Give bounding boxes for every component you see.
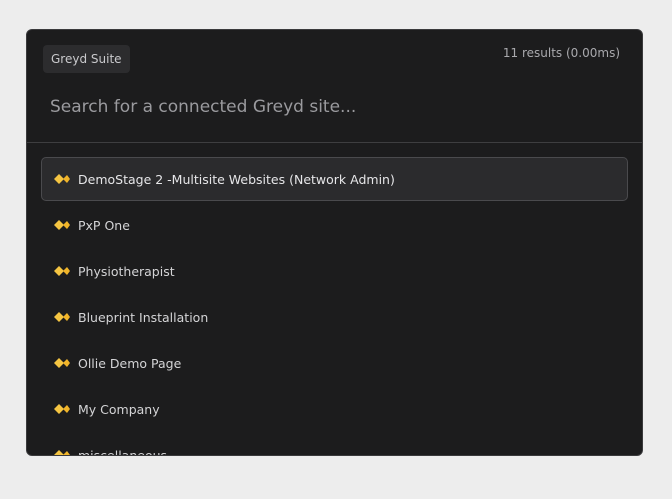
site-item-label: My Company: [78, 401, 160, 417]
site-item-label: Blueprint Installation: [78, 309, 209, 325]
site-item-label: Ollie Demo Page: [78, 355, 182, 371]
suite-badge: Greyd Suite: [43, 45, 130, 73]
site-item[interactable]: Physiotherapist: [41, 249, 628, 293]
diamond-icon: [53, 265, 71, 277]
site-item-label: DemoStage 2 -Multisite Websites (Network…: [78, 171, 395, 187]
diamond-icon: [53, 403, 71, 415]
site-item[interactable]: DemoStage 2 -Multisite Websites (Network…: [41, 157, 628, 201]
palette-header: Greyd Suite 11 results (0.00ms): [27, 30, 642, 143]
site-search-palette: Greyd Suite 11 results (0.00ms) DemoStag…: [26, 29, 643, 456]
site-item[interactable]: My Company: [41, 387, 628, 431]
diamond-icon: [53, 311, 71, 323]
diamond-icon: [53, 219, 71, 231]
site-item[interactable]: Ollie Demo Page: [41, 341, 628, 385]
results-count: 11 results (0.00ms): [502, 46, 620, 60]
site-item-label: miscellaneous: [78, 447, 168, 456]
diamond-icon: [53, 449, 71, 455]
site-item[interactable]: miscellaneous: [41, 433, 628, 456]
site-list: DemoStage 2 -Multisite Websites (Network…: [27, 143, 642, 456]
site-item[interactable]: Blueprint Installation: [41, 295, 628, 339]
diamond-icon: [53, 173, 71, 185]
site-item-label: Physiotherapist: [78, 263, 175, 279]
site-item-label: PxP One: [78, 217, 130, 233]
diamond-icon: [53, 357, 71, 369]
site-item[interactable]: PxP One: [41, 203, 628, 247]
site-search-input[interactable]: [50, 92, 610, 122]
